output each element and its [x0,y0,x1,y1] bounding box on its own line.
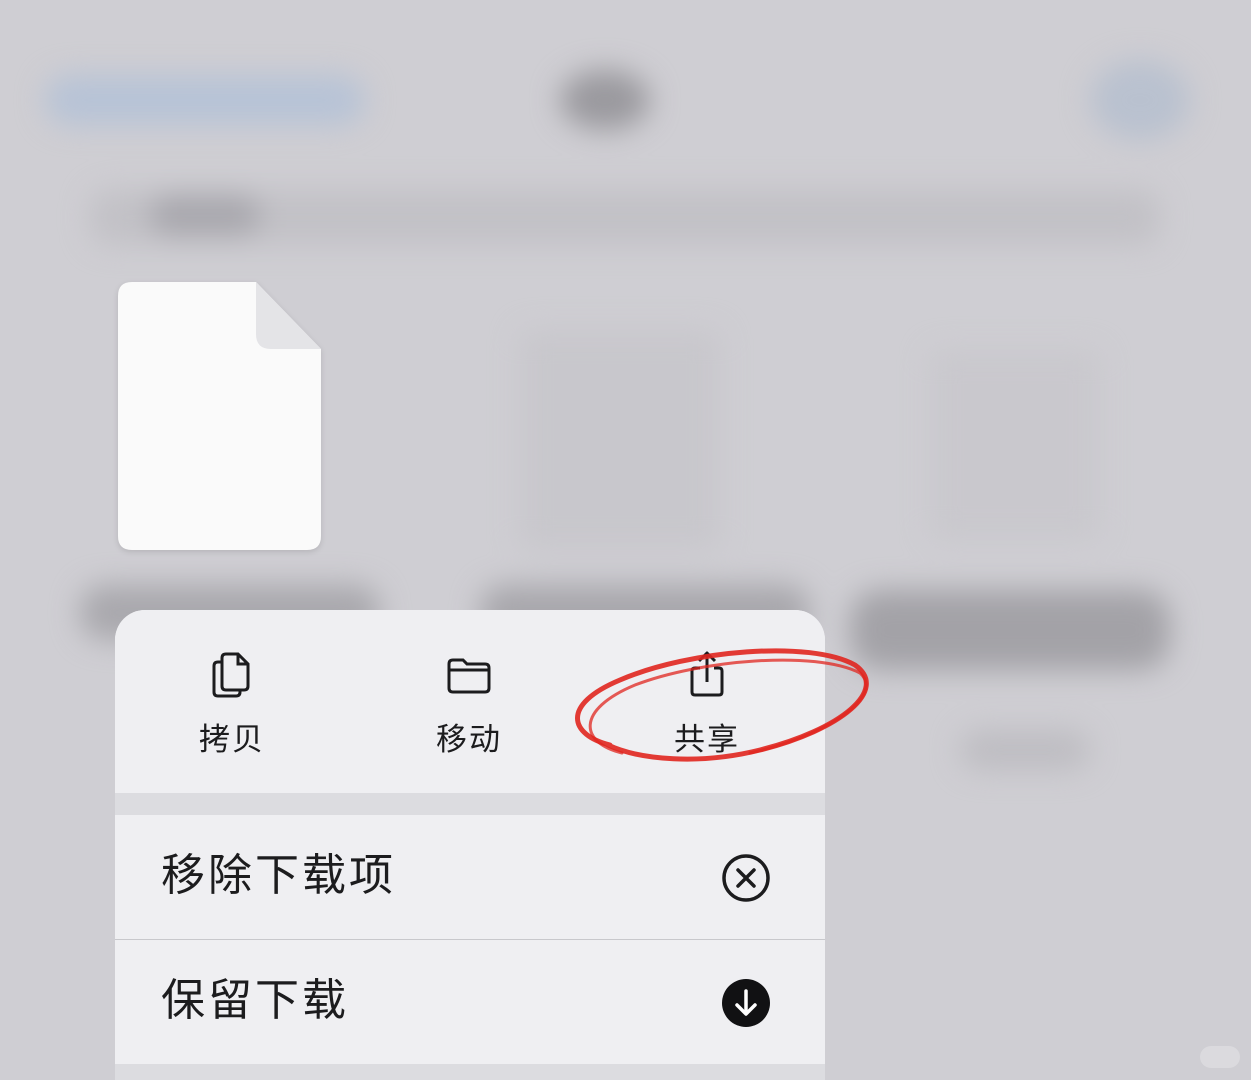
share-label: 共享 [674,722,740,758]
screen: 拷贝 移动 共享 移除下载项 保留下载 [0,0,1251,1080]
x-circle-icon [722,854,770,902]
copy-label: 拷贝 [199,722,265,758]
remove-download-label: 移除下载项 [161,850,396,901]
download-circle-filled-icon [722,979,770,1027]
blurred-file-label [850,590,1170,670]
quick-actions-bar: 拷贝 移动 共享 [115,610,825,793]
copy-button[interactable]: 拷贝 [157,650,307,760]
menu-bottom-separator [115,1064,825,1080]
blurred-file-label [960,730,1090,770]
folder-icon [447,658,491,694]
keep-download-label: 保留下载 [161,975,349,1026]
keep-download-item[interactable]: 保留下载 [115,940,825,1064]
move-label: 移动 [436,722,502,758]
watermark-badge [1200,1046,1240,1068]
remove-download-item[interactable]: 移除下载项 [115,815,825,939]
context-menu: 拷贝 移动 共享 移除下载项 保留下载 [115,610,825,1080]
blurred-nav-left [45,75,365,125]
share-button[interactable]: 共享 [632,650,782,760]
blurred-file-thumbnail [930,350,1100,540]
blank-document-icon[interactable] [118,282,321,550]
menu-section-separator [115,793,825,815]
share-icon [690,651,724,697]
copy-icon [212,652,250,698]
blurred-nav-right [1090,60,1190,140]
move-button[interactable]: 移动 [394,650,544,760]
blurred-search-text [150,195,260,235]
blurred-file-thumbnail [520,330,720,550]
blurred-nav-center [560,70,650,130]
